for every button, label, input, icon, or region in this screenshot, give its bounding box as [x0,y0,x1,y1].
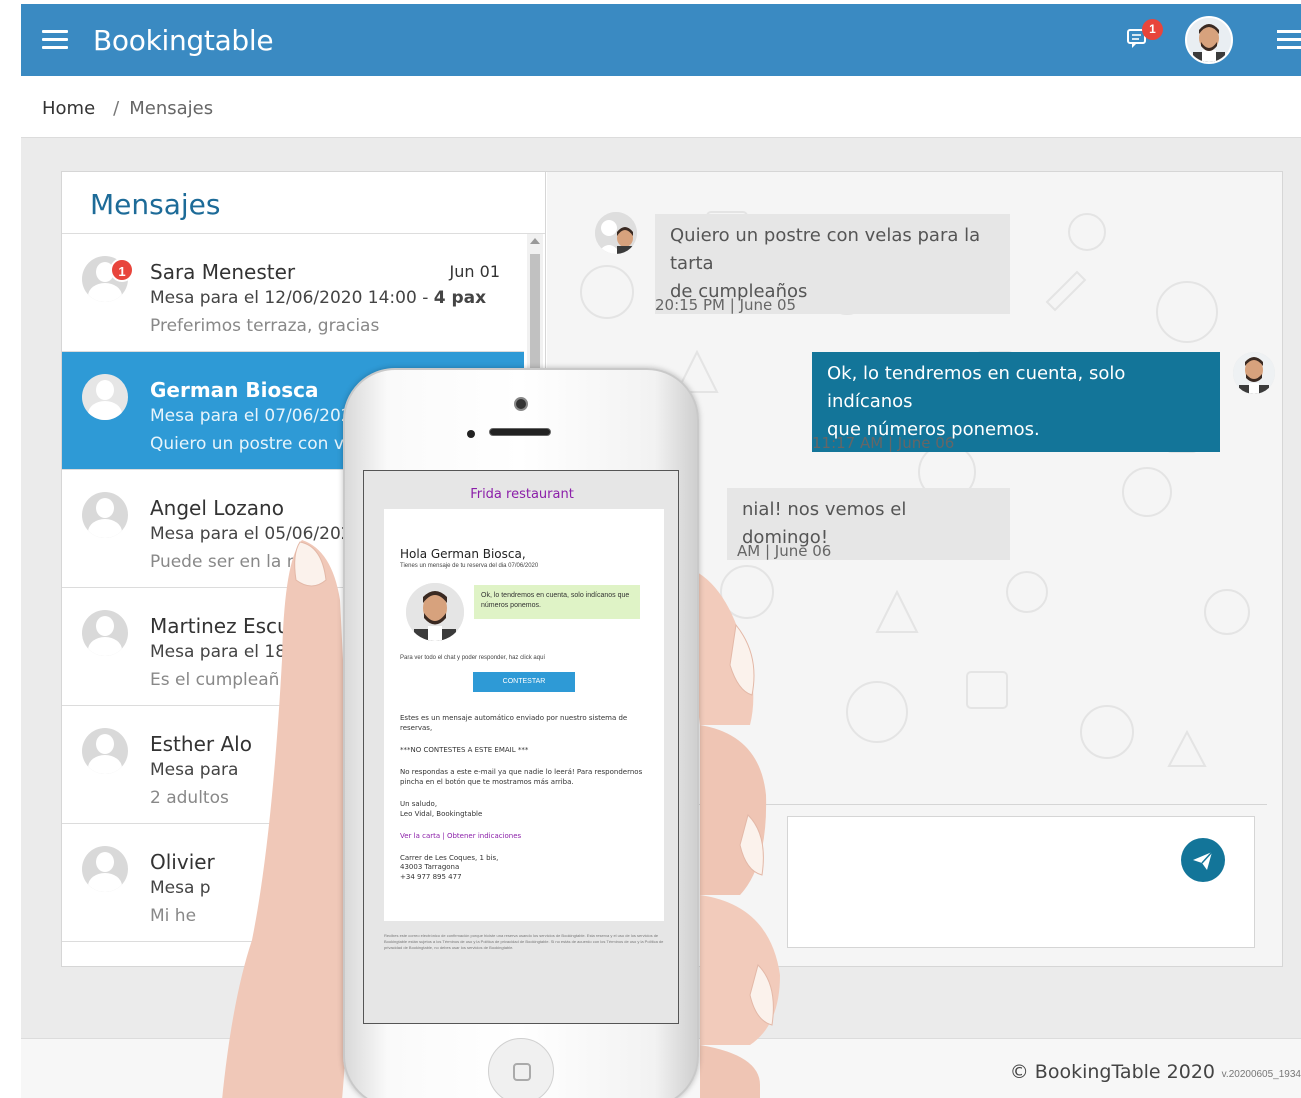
signature-greeting: Un saludo, [400,800,438,808]
reservation-summary: Mesa para el 07/06/202 [150,406,352,426]
reservation-summary: Mesa para el 12/06/2020 14:00 - 4 pax [150,288,487,308]
contact-avatar-icon [82,846,128,892]
email-greeting: Hola German Biosca, [400,547,526,561]
email-message-bubble: Ok, lo tendremos en cuenta, solo indícan… [474,585,640,619]
send-button[interactable] [1181,838,1225,882]
user-avatar[interactable] [1185,16,1233,64]
contact-name: German Biosca [150,378,319,402]
contact-avatar-icon [82,610,128,656]
breadcrumb-current: Mensajes [129,98,214,119]
message-timestamp: 20:15 PM | June 05 [655,296,797,314]
contact-avatar-icon [82,374,128,420]
hamburger-menu-icon[interactable] [42,30,68,50]
phone-sensor-icon [467,430,475,438]
unread-badge: 1 [110,258,134,282]
last-message-preview: Mi he [150,906,197,926]
notification-badge: 1 [1142,19,1163,40]
breadcrumb-bar: Home / Mensajes [21,76,1301,138]
no-reply-body: No respondas a este e-mail ya que nadie … [400,768,643,786]
last-message-preview: Quiero un postre con ve [150,434,355,454]
contact-avatar-icon [82,492,128,538]
phone-home-button [488,1038,554,1098]
auto-message-text: Estes es un mensaje automático enviado p… [400,714,628,732]
phone-speaker-icon [489,428,551,436]
message-timestamp: AM | June 06 [737,542,832,560]
breadcrumb-home-link[interactable]: Home [42,98,95,119]
contact-name: Sara Menester [150,260,296,284]
restaurant-avatar [1233,352,1275,394]
breadcrumb: Home / Mensajes [42,98,213,119]
contact-avatar-icon [82,728,128,774]
copyright-text: © BookingTable 2020 [1009,1061,1215,1083]
last-message-preview: 2 adultos [150,788,229,808]
pax-count: 4 pax [433,288,487,308]
conversation-item[interactable]: 1 Sara Menester Jun 01 Mesa para el 12/0… [62,234,524,352]
app-brand[interactable]: Bookingtable [93,24,274,57]
email-links[interactable]: Ver la carta | Obtener indicaciones [400,831,650,841]
email-legal-text: Recibes este correo electrónico de confi… [384,933,664,950]
top-navigation-bar: Bookingtable 1 [21,4,1301,76]
scroll-up-icon[interactable] [530,238,540,244]
email-preview: Hola German Biosca, Tienes un mensaje de… [384,509,664,921]
no-reply-warning: ***NO CONTESTES A ESTE EMAIL *** [400,746,529,754]
signature-name: Leo Vidal, Bookingtable [400,810,483,818]
send-icon [1193,851,1213,870]
last-message-preview: Preferimos terraza, gracias [150,316,380,336]
restaurant-name: Frida restaurant [470,487,574,502]
customer-avatar [595,212,637,254]
phone-camera-icon [514,397,528,411]
contact-name: Angel Lozano [150,496,284,520]
breadcrumb-separator: / [113,98,120,119]
address-line-2: 43003 Tarragona [400,863,460,871]
version-label: v.20200605_1934 [1221,1069,1301,1080]
message-input[interactable] [787,816,1255,948]
restaurant-phone: +34 977 895 477 [400,873,462,881]
restaurant-host-photo [406,583,464,641]
reply-button[interactable]: CONTESTAR [473,672,575,692]
conversation-list-title: Mensajes [62,172,545,234]
reservation-summary: Mesa p [150,878,211,898]
phone-screen: Frida restaurant Hola German Biosca, Tie… [363,470,679,1024]
contact-name: Olivier [150,850,215,874]
conversation-date: Jun 01 [449,262,500,281]
message-timestamp: 11:17 AM | June 06 [812,434,955,452]
view-chat-text[interactable]: Para ver todo el chat y poder responder,… [400,655,545,661]
options-menu-icon[interactable] [1277,30,1301,50]
email-subtitle: Tienes un mensaje de tu reserva del dia … [400,563,539,569]
